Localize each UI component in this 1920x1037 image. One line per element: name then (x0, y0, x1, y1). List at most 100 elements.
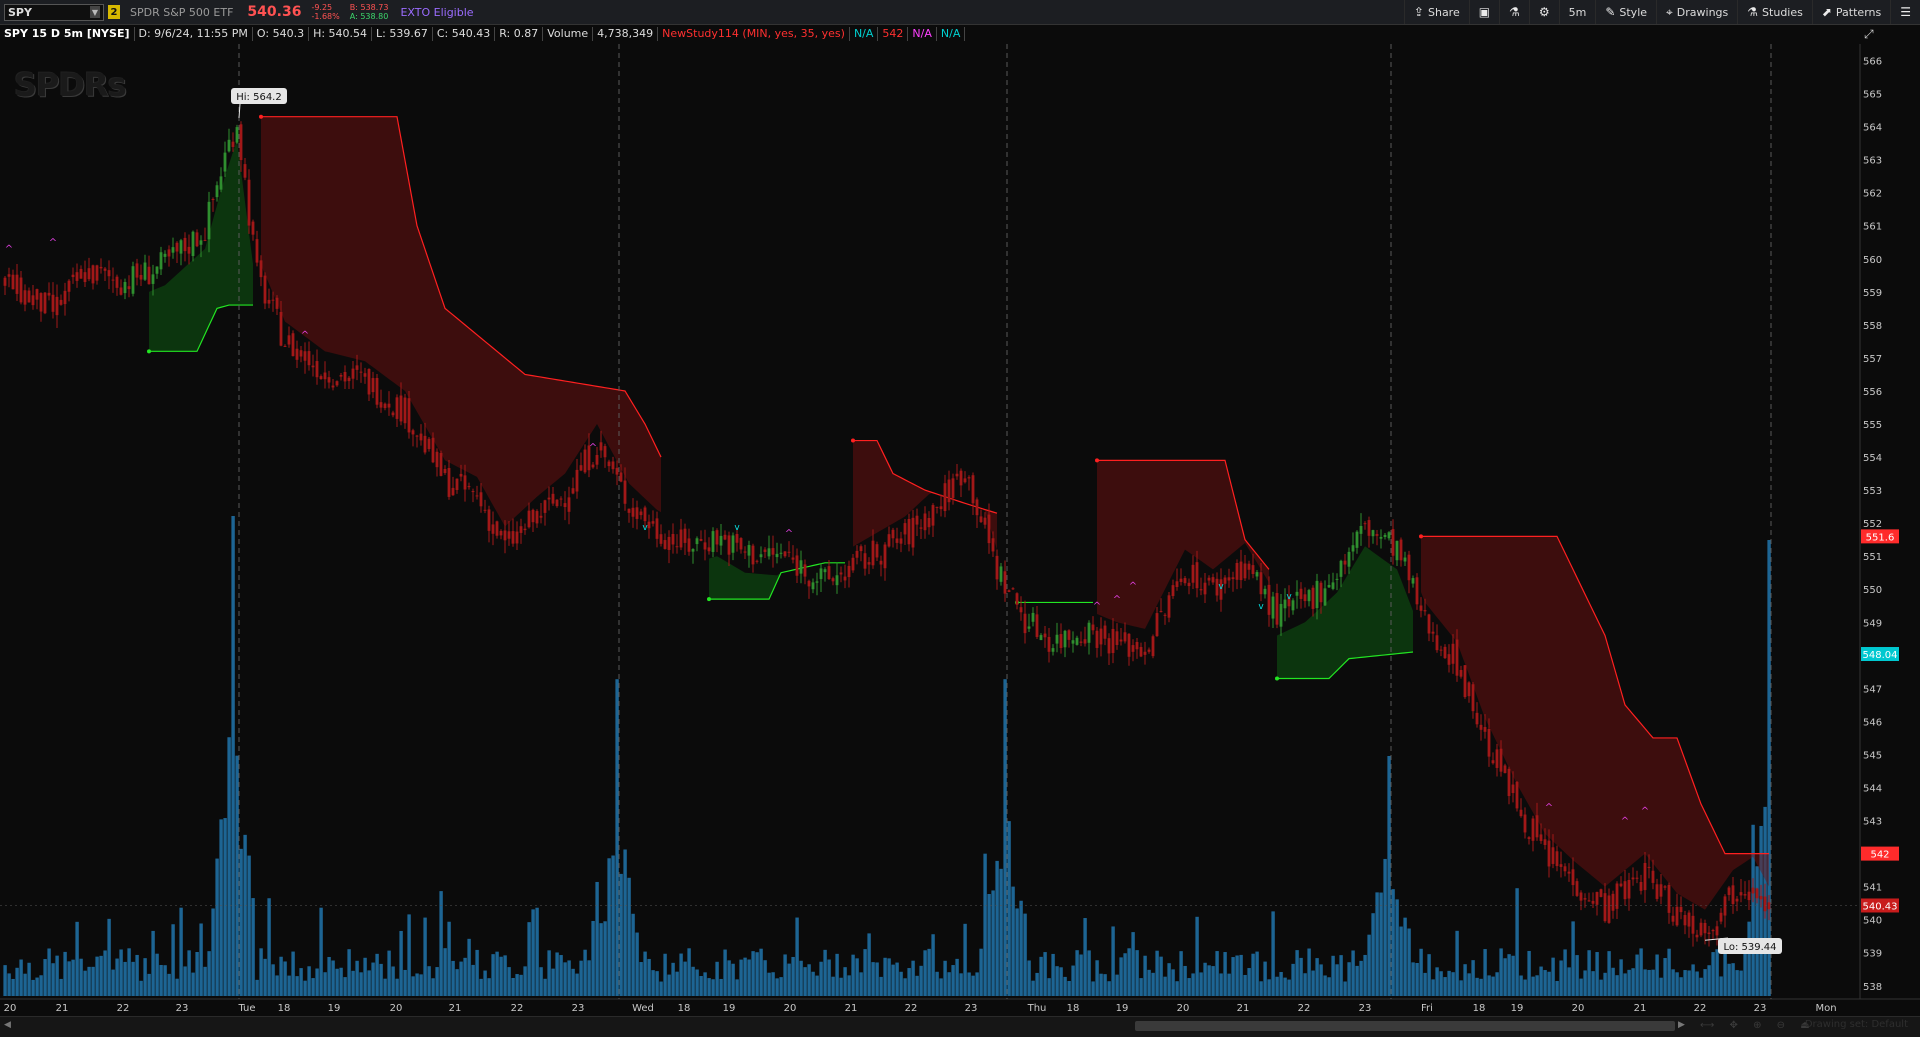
candle-body (371, 378, 375, 393)
volume-bar (99, 955, 103, 996)
volume-label[interactable]: Volume (543, 27, 594, 41)
link-group-badge[interactable]: 2 (108, 5, 120, 19)
volume-bar (791, 956, 795, 996)
studies-button[interactable]: ⚗ Studies (1737, 0, 1812, 24)
volume-bar (1271, 911, 1275, 996)
volume-bar (223, 818, 227, 996)
volume-bar (207, 951, 211, 996)
chevron-down-icon[interactable]: ▼ (90, 6, 100, 18)
volume-bar (1239, 954, 1243, 996)
candle-body (1199, 589, 1203, 591)
candle-body (1627, 879, 1631, 899)
volume-bar (127, 948, 131, 996)
candle-body (951, 478, 955, 498)
bar-high: H: 540.54 (309, 27, 373, 41)
candle-body (451, 487, 455, 496)
candle-body (875, 544, 879, 558)
volume-bar (295, 976, 299, 996)
candle-body (1583, 898, 1587, 900)
exto-eligible-link[interactable]: EXTO Eligible (400, 6, 473, 19)
price-tick-label: 549 (1863, 618, 1882, 629)
volume-bar (551, 968, 555, 996)
candle-body (1403, 557, 1407, 562)
menu-button[interactable]: ☰ (1890, 0, 1920, 24)
candle-body (971, 475, 975, 504)
volume-bar (631, 913, 635, 996)
scroll-left-icon[interactable]: ◀ (4, 1020, 11, 1030)
volume-bar (1663, 958, 1667, 996)
expand-icon[interactable]: ⤢ (1864, 27, 1874, 42)
candle-body (719, 535, 723, 546)
volume-bar (1031, 980, 1035, 996)
candle-body (767, 548, 771, 557)
volume-bar (1115, 974, 1119, 996)
candle-body (1735, 898, 1739, 902)
flask-button[interactable]: ⚗ (1499, 0, 1529, 24)
candle-body (599, 442, 603, 451)
candle-body (1351, 545, 1355, 552)
price-chart[interactable]: ^ ^ ^ ^ ^ ^ ^ ^ ^ ^ ^ v v v v v 538 539 540 541 542 543 544 54… (0, 0, 1920, 1036)
drawings-button[interactable]: ⌖ Drawings (1656, 0, 1737, 24)
price-tick-label: 547 (1863, 684, 1882, 695)
scroll-right-icon[interactable]: ▶ (1678, 1020, 1685, 1030)
study-name[interactable]: NewStudy114 (MIN, yes, 35, yes) (658, 27, 850, 41)
volume-bar (683, 961, 687, 996)
volume-bar (835, 953, 839, 996)
share-button[interactable]: ⇪ Share (1403, 0, 1469, 24)
up-signal-marker: ^ (1545, 803, 1553, 814)
candle-body (771, 548, 775, 555)
style-button[interactable]: ✎ Style (1595, 0, 1656, 24)
candle-body (1559, 864, 1563, 867)
horizontal-scrollbar[interactable]: ◀ ▶ ⟷ ✥ ⊕ ⊖ ⏏ Drawing set: Default (0, 1016, 1920, 1037)
candle-body (1011, 588, 1015, 590)
volume-bar (1427, 954, 1431, 996)
candle-body (7, 274, 11, 277)
candle-body (691, 549, 695, 552)
patterns-button[interactable]: ⬈ Patterns (1811, 0, 1890, 24)
volume-bar (411, 976, 415, 996)
volume-bar (643, 951, 647, 996)
candle-body (467, 486, 471, 488)
candle-body (607, 461, 611, 467)
candle-body (211, 199, 215, 201)
hi-label-text: Hi: 564.2 (236, 92, 281, 103)
candle-body (1371, 530, 1375, 537)
volume-bar (1263, 961, 1267, 996)
bar-close: C: 540.43 (433, 27, 496, 41)
time-axis[interactable]: 20 21 22 23 Tue 18 19 20 21 22 23 Wed 18 19 20 21 22 23 Th… (4, 1003, 1837, 1014)
volume-bar (1367, 934, 1371, 996)
candle-body (571, 488, 575, 494)
settings-button[interactable]: ⚙ (1528, 0, 1559, 24)
style-icon: ✎ (1605, 5, 1616, 19)
candle-body (1519, 809, 1523, 817)
candle-body (1167, 595, 1171, 618)
volume-bar (475, 949, 479, 996)
snapshot-button[interactable]: ▣ (1468, 0, 1499, 24)
candle-body (495, 521, 499, 536)
drawing-set-label: Drawing set: Default (1804, 1019, 1908, 1030)
volume-bar (1491, 976, 1495, 996)
volume-bar (1679, 977, 1683, 996)
candle-body (623, 480, 627, 504)
candle-body (1139, 647, 1143, 657)
candle-body (1687, 912, 1691, 927)
candle-body (539, 515, 543, 518)
timeframe-button[interactable]: 5m (1558, 0, 1596, 24)
bar-open: O: 540.3 (253, 27, 310, 41)
symbol-selector[interactable]: SPY ▼ (4, 3, 104, 21)
zoom-controls[interactable]: ⟷ ✥ ⊕ ⊖ ⏏ (1700, 1020, 1816, 1031)
change-absolute: -9.25 (311, 3, 333, 12)
scrollbar-thumb[interactable] (1135, 1021, 1675, 1031)
volume-bar (659, 981, 663, 996)
volume-bar (1379, 892, 1383, 996)
volume-bar (1607, 951, 1611, 996)
volume-bar (1623, 973, 1627, 996)
volume-bar (107, 918, 111, 996)
volume-bar (1547, 971, 1551, 996)
candle-body (1339, 560, 1343, 577)
volume-bar (399, 930, 403, 996)
volume-bar (111, 969, 115, 996)
candle-body (251, 221, 255, 235)
price-tick-label: 555 (1863, 420, 1882, 431)
volume-bar (1527, 950, 1531, 996)
